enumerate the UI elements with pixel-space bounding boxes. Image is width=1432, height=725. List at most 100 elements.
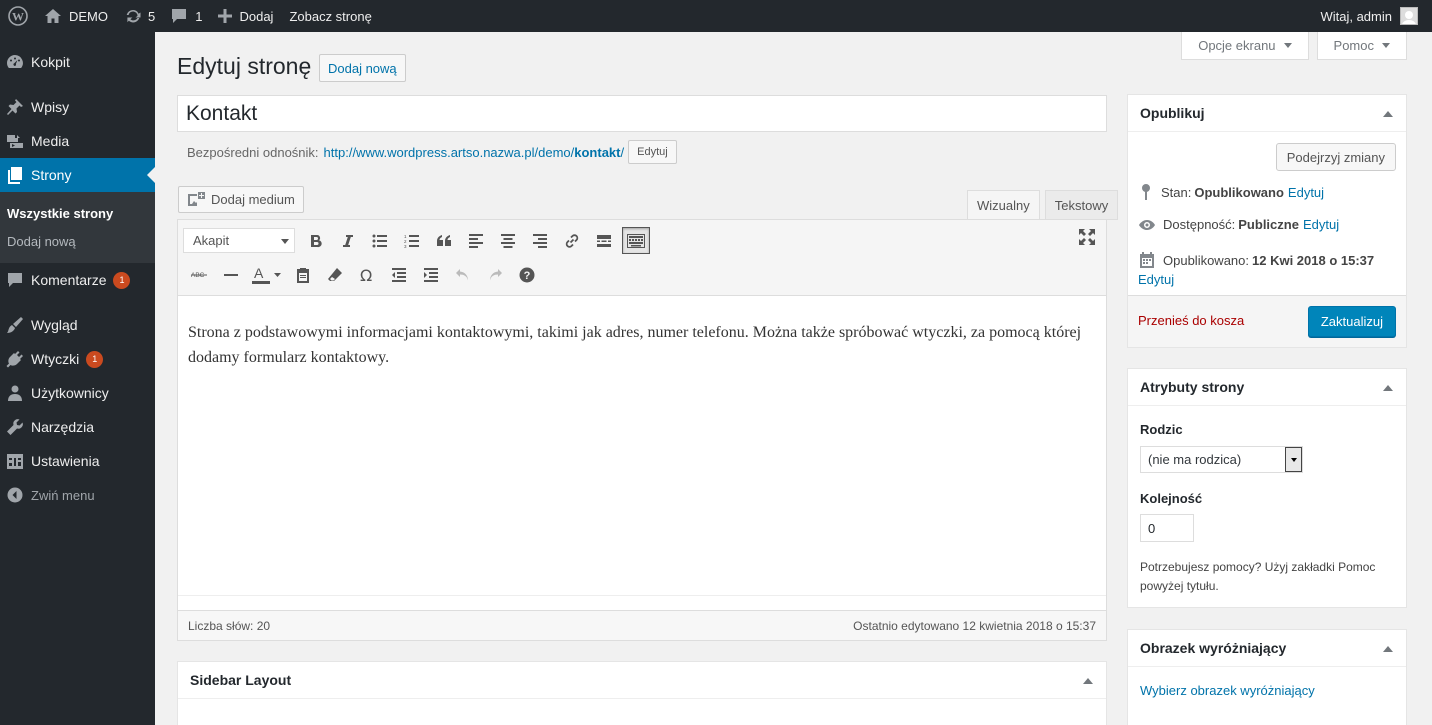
keyboard-shortcuts-button[interactable]: ? [511,261,543,288]
menu-item-media[interactable]: Media [0,124,155,158]
dashboard-icon [5,52,25,72]
bullet-list-button[interactable] [364,227,396,254]
toolbar-toggle-button[interactable] [622,227,650,254]
menu-item-comments[interactable]: Komentarze 1 [0,263,155,297]
order-input[interactable]: 0 [1140,514,1194,542]
site-name-link[interactable]: DEMO [36,0,116,32]
undo-icon [456,268,468,280]
menu-item-dashboard[interactable]: Kokpit [0,45,155,79]
edit-permalink-button[interactable]: Edytuj [628,140,677,164]
sidebar-layout-title[interactable]: Sidebar Layout [178,662,1106,699]
text-color-button[interactable]: A [247,261,287,288]
editor-content[interactable]: Strona z podstawowymi informacjami konta… [188,320,1096,370]
menu-label: Wtyczki [31,351,80,367]
view-page-link[interactable]: Zobacz stronę [281,0,379,32]
quote-icon [437,234,451,246]
featured-image-title[interactable]: Obrazek wyróżniający [1128,630,1406,667]
indent-button[interactable] [415,261,447,288]
read-more-button[interactable] [588,227,620,254]
plus-icon [218,9,233,23]
redo-icon [490,268,502,280]
align-right-button[interactable] [524,227,556,254]
visibility-row: Dostępność: Publiczne Edytuj [1138,217,1339,232]
users-icon [5,383,25,403]
edit-date-link[interactable]: Edytuj [1138,272,1174,287]
collapse-menu-button[interactable]: Zwiń menu [0,478,155,512]
move-to-trash-link[interactable]: Przenieś do kosza [1138,313,1244,328]
chevron-down-icon [1382,43,1390,48]
menu-label: Strony [31,167,72,183]
fullscreen-button[interactable] [1078,228,1096,249]
update-button[interactable]: Zaktualizuj [1307,306,1396,337]
tab-text[interactable]: Tekstowy [1044,190,1119,220]
svg-text:?: ? [524,270,531,282]
pages-submenu: Wszystkie strony Dodaj nową [0,192,155,263]
edit-visibility-link[interactable]: Edytuj [1303,217,1339,232]
eye-icon [1139,219,1155,230]
add-media-button[interactable]: Dodaj medium [178,186,304,213]
my-account[interactable]: Witaj, admin [1320,7,1432,25]
italic-button[interactable] [332,227,364,254]
collapse-arrow-icon[interactable] [1083,678,1093,684]
collapse-arrow-icon[interactable] [1383,385,1393,391]
menu-item-plugins[interactable]: Wtyczki 1 [0,342,155,376]
horizontal-line-button[interactable] [215,261,247,288]
menu-item-users[interactable]: Użytkownicy [0,376,155,410]
clear-formatting-button[interactable] [319,261,351,288]
comment-bubble-icon [171,8,187,24]
comments-link[interactable]: 1 [163,0,210,32]
menu-item-posts[interactable]: Wpisy [0,90,155,124]
permalink-link[interactable]: http://www.wordpress.artso.nazwa.pl/demo… [324,145,625,160]
strikethrough-icon: ABC [191,272,207,279]
submenu-all-pages[interactable]: Wszystkie strony [0,200,155,228]
redo-button[interactable] [479,261,511,288]
visibility-label: Dostępność: [1163,217,1236,232]
featured-image-box: Obrazek wyróżniający Wybierz obrazek wyr… [1127,629,1407,725]
bold-button[interactable] [300,227,332,254]
undo-button[interactable] [447,261,479,288]
insert-link-button[interactable] [556,227,588,254]
updates-link[interactable]: 5 [116,0,163,32]
preview-changes-button[interactable]: Podejrzyj zmiany [1275,143,1396,171]
align-left-button[interactable] [460,227,492,254]
align-center-icon [501,233,515,248]
title-input[interactable]: Kontakt [177,95,1107,132]
blockquote-button[interactable] [428,227,460,254]
align-right-icon [533,233,547,248]
menu-item-pages[interactable]: Strony [0,158,155,192]
page-title: Edytuj stronę [177,53,312,79]
add-new-page-button[interactable]: Dodaj nową [319,54,406,82]
menu-label: Ustawienia [31,453,100,469]
numbered-list-button[interactable]: 123 [396,227,428,254]
help-button[interactable]: Pomoc [1316,32,1407,60]
strikethrough-button[interactable]: ABC [183,261,215,288]
align-center-button[interactable] [492,227,524,254]
edit-status-link[interactable]: Edytuj [1288,185,1324,200]
parent-select-value: (nie ma rodzica) [1148,452,1242,467]
calendar-icon [1140,252,1154,268]
wordpress-logo-icon[interactable]: W [0,0,36,32]
collapse-arrow-icon[interactable] [1383,646,1393,652]
publish-title[interactable]: Opublikuj [1128,95,1406,132]
screen-options-label: Opcje ekranu [1198,38,1276,53]
published-value: 12 Kwi 2018 o 15:37 [1252,252,1375,268]
special-character-button[interactable]: Ω [351,261,383,288]
screen-options-button[interactable]: Opcje ekranu [1181,32,1309,60]
last-edited: Ostatnio edytowano 12 kwietnia 2018 o 15… [853,618,1096,633]
collapse-arrow-icon[interactable] [1383,111,1393,117]
format-select[interactable]: Akapit [183,228,295,253]
parent-select[interactable]: (nie ma rodzica) [1140,446,1303,473]
menu-item-tools[interactable]: Narzędzia [0,410,155,444]
submenu-add-new[interactable]: Dodaj nową [0,228,155,256]
set-featured-image-link[interactable]: Wybierz obrazek wyróżniający [1140,683,1315,698]
new-content-link[interactable]: Dodaj [210,0,281,32]
page-attributes-title[interactable]: Atrybuty strony [1128,369,1406,406]
paste-text-button[interactable] [287,261,319,288]
plugins-badge: 1 [86,350,104,368]
outdent-button[interactable] [383,261,415,288]
menu-item-appearance[interactable]: Wygląd [0,308,155,342]
tab-visual[interactable]: Wizualny [967,190,1040,220]
omega-icon: Ω [360,267,372,283]
publish-box: Opublikuj Podejrzyj zmiany Stan: Opublik… [1127,94,1407,348]
menu-item-settings[interactable]: Ustawienia [0,444,155,478]
